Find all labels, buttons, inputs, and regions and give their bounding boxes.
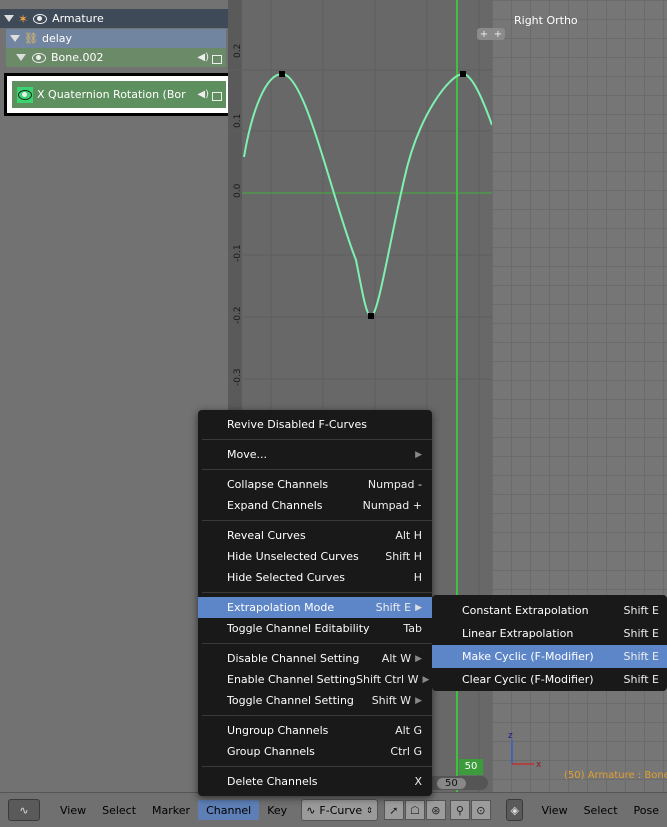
lock-icon[interactable] <box>212 54 222 64</box>
plus-icon[interactable]: + <box>494 29 502 40</box>
editor-type-button[interactable]: ◈ <box>506 799 524 821</box>
expand-triangle-icon[interactable] <box>4 15 14 22</box>
current-frame-indicator[interactable]: 50 <box>459 759 483 775</box>
menu-pose[interactable]: Pose <box>626 800 667 820</box>
menu-item-toggle-editability[interactable]: Toggle Channel Editability Tab <box>198 618 432 639</box>
menu-separator <box>202 520 432 521</box>
viewport-status: (50) Armature : Bone <box>564 770 667 781</box>
submenu-item-constant[interactable]: Constant Extrapolation Shift E <box>432 599 667 622</box>
submenu-arrow-icon: ▶ <box>422 674 430 685</box>
menu-separator <box>202 643 432 644</box>
channel-armature[interactable]: ✶ Armature <box>0 9 228 28</box>
frame-tick-label[interactable]: 50 <box>436 777 466 789</box>
channel-region: ✶ Armature ⛓ delay Bone.002 ◀) X Quatern… <box>0 0 234 792</box>
keyframe-point <box>279 71 285 77</box>
ghost-icon[interactable]: ☖ <box>404 800 425 820</box>
eye-icon[interactable] <box>33 13 48 24</box>
region-split-widget[interactable]: + + <box>477 28 505 40</box>
menu-view[interactable]: View <box>533 800 575 820</box>
graph-curve-icon: ∿ <box>19 803 29 817</box>
svg-text:z: z <box>508 731 513 741</box>
only-selected-icon[interactable]: ➚ <box>383 800 404 820</box>
menu-item-expand-channels[interactable]: Expand Channels Numpad + <box>198 495 432 516</box>
menu-separator <box>202 469 432 470</box>
channel-action-delay[interactable]: ⛓ delay <box>6 29 226 48</box>
menu-marker[interactable]: Marker <box>144 800 198 820</box>
highlighted-fcurve-channel[interactable]: X Quaternion Rotation (Bor ◀) <box>4 73 234 116</box>
channel-label-fcurve: X Quaternion Rotation (Bor <box>37 88 186 101</box>
filter-icon[interactable]: ⊙ <box>470 800 491 820</box>
channel-menu: Revive Disabled F-Curves Move... ▶ Colla… <box>198 410 432 796</box>
expand-triangle-icon[interactable] <box>10 35 20 42</box>
menu-item-delete-channels[interactable]: Delete Channels X <box>198 771 432 792</box>
chevron-updown-icon: ⇕ <box>366 805 373 815</box>
menu-item-hide-unselected[interactable]: Hide Unselected Curves Shift H <box>198 546 432 567</box>
menu-item-collapse-channels[interactable]: Collapse Channels Numpad - <box>198 474 432 495</box>
menu-item-revive-disabled[interactable]: Revive Disabled F-Curves <box>198 414 432 435</box>
submenu-item-clear-cyclic[interactable]: Clear Cyclic (F-Modifier) Shift E <box>432 668 667 691</box>
menu-separator <box>202 592 432 593</box>
channel-label-action: delay <box>41 32 73 45</box>
menu-item-reveal-curves[interactable]: Reveal Curves Alt H <box>198 525 432 546</box>
menu-separator <box>202 766 432 767</box>
menu-separator <box>202 439 432 440</box>
y-tick-label: 0.2 <box>233 44 243 58</box>
menu-separator <box>202 715 432 716</box>
menu-item-disable-setting[interactable]: Disable Channel Setting Alt W ▶ <box>198 648 432 669</box>
action-icon: ⛓ <box>24 32 38 45</box>
mute-speaker-icon[interactable]: ◀) <box>197 52 209 64</box>
plus-icon[interactable]: + <box>480 29 488 40</box>
menu-item-enable-setting[interactable]: Enable Channel Setting Shift Ctrl W ▶ <box>198 669 432 690</box>
editor-type-button[interactable]: ∿ <box>8 799 40 821</box>
submenu-arrow-icon: ▶ <box>415 695 422 706</box>
channel-toggles: ◀) <box>197 89 222 101</box>
y-tick-label: -0.1 <box>233 244 243 262</box>
armature-icon: ✶ <box>18 11 29 26</box>
menu-select[interactable]: Select <box>94 800 144 820</box>
extrapolation-submenu: Constant Extrapolation Shift E Linear Ext… <box>432 595 667 691</box>
lock-icon[interactable] <box>212 91 222 101</box>
graph-curve-icon: ∿ <box>306 803 316 817</box>
cube-icon: ◈ <box>510 803 519 817</box>
y-tick-label: -0.2 <box>233 306 243 324</box>
menu-key[interactable]: Key <box>259 800 295 820</box>
eye-icon[interactable] <box>32 52 46 63</box>
eye-icon[interactable] <box>17 86 33 103</box>
svg-text:x: x <box>536 760 542 770</box>
submenu-arrow-icon: ▶ <box>415 449 422 460</box>
mode-dropdown[interactable]: ∿ F-Curve ⇕ <box>301 799 378 821</box>
menu-channel[interactable]: Channel <box>198 800 260 820</box>
y-tick-label: 0.1 <box>233 114 243 128</box>
channel-bone[interactable]: Bone.002 ◀) <box>6 48 226 67</box>
submenu-item-make-cyclic[interactable]: Make Cyclic (F-Modifier) Shift E <box>432 645 667 668</box>
mode-dropdown-label: F-Curve <box>319 803 363 817</box>
expand-triangle-icon[interactable] <box>16 54 26 61</box>
fcurve-path <box>243 72 492 318</box>
search-icon[interactable]: ⚲ <box>449 800 470 820</box>
submenu-arrow-icon: ▶ <box>415 602 422 613</box>
y-tick-label: 0.0 <box>233 183 243 198</box>
keyframe-point <box>368 313 374 319</box>
submenu-arrow-icon: ▶ <box>415 653 422 664</box>
menu-select[interactable]: Select <box>576 800 626 820</box>
menu-view[interactable]: View <box>52 800 94 820</box>
submenu-item-linear[interactable]: Linear Extrapolation Shift E <box>432 622 667 645</box>
menu-item-ungroup[interactable]: Ungroup Channels Alt G <box>198 720 432 741</box>
y-tick-label: -0.3 <box>233 368 243 386</box>
menu-item-extrapolation-mode[interactable]: Extrapolation Mode Shift E ▶ <box>198 597 432 618</box>
channel-label-armature: Armature <box>52 12 104 25</box>
mute-speaker-icon[interactable]: ◀) <box>197 89 209 101</box>
axis-gizmo-icon: z x <box>508 731 542 770</box>
menu-item-hide-selected[interactable]: Hide Selected Curves H <box>198 567 432 588</box>
channel-label-bone: Bone.002 <box>51 51 104 64</box>
normalize-icon[interactable]: ⊛ <box>425 800 446 820</box>
menu-item-move[interactable]: Move... ▶ <box>198 444 432 465</box>
keyframe-point <box>460 71 466 77</box>
viewport-header: ◈ View Select Pose <box>492 792 667 827</box>
viewport-title: Right Ortho <box>514 14 578 27</box>
channel-toggles: ◀) <box>197 52 222 64</box>
graph-editor-header: ∿ View Select Marker Channel Key ∿ F-Cur… <box>0 792 492 827</box>
menu-item-group[interactable]: Group Channels Ctrl G <box>198 741 432 762</box>
menu-item-toggle-setting[interactable]: Toggle Channel Setting Shift W ▶ <box>198 690 432 711</box>
